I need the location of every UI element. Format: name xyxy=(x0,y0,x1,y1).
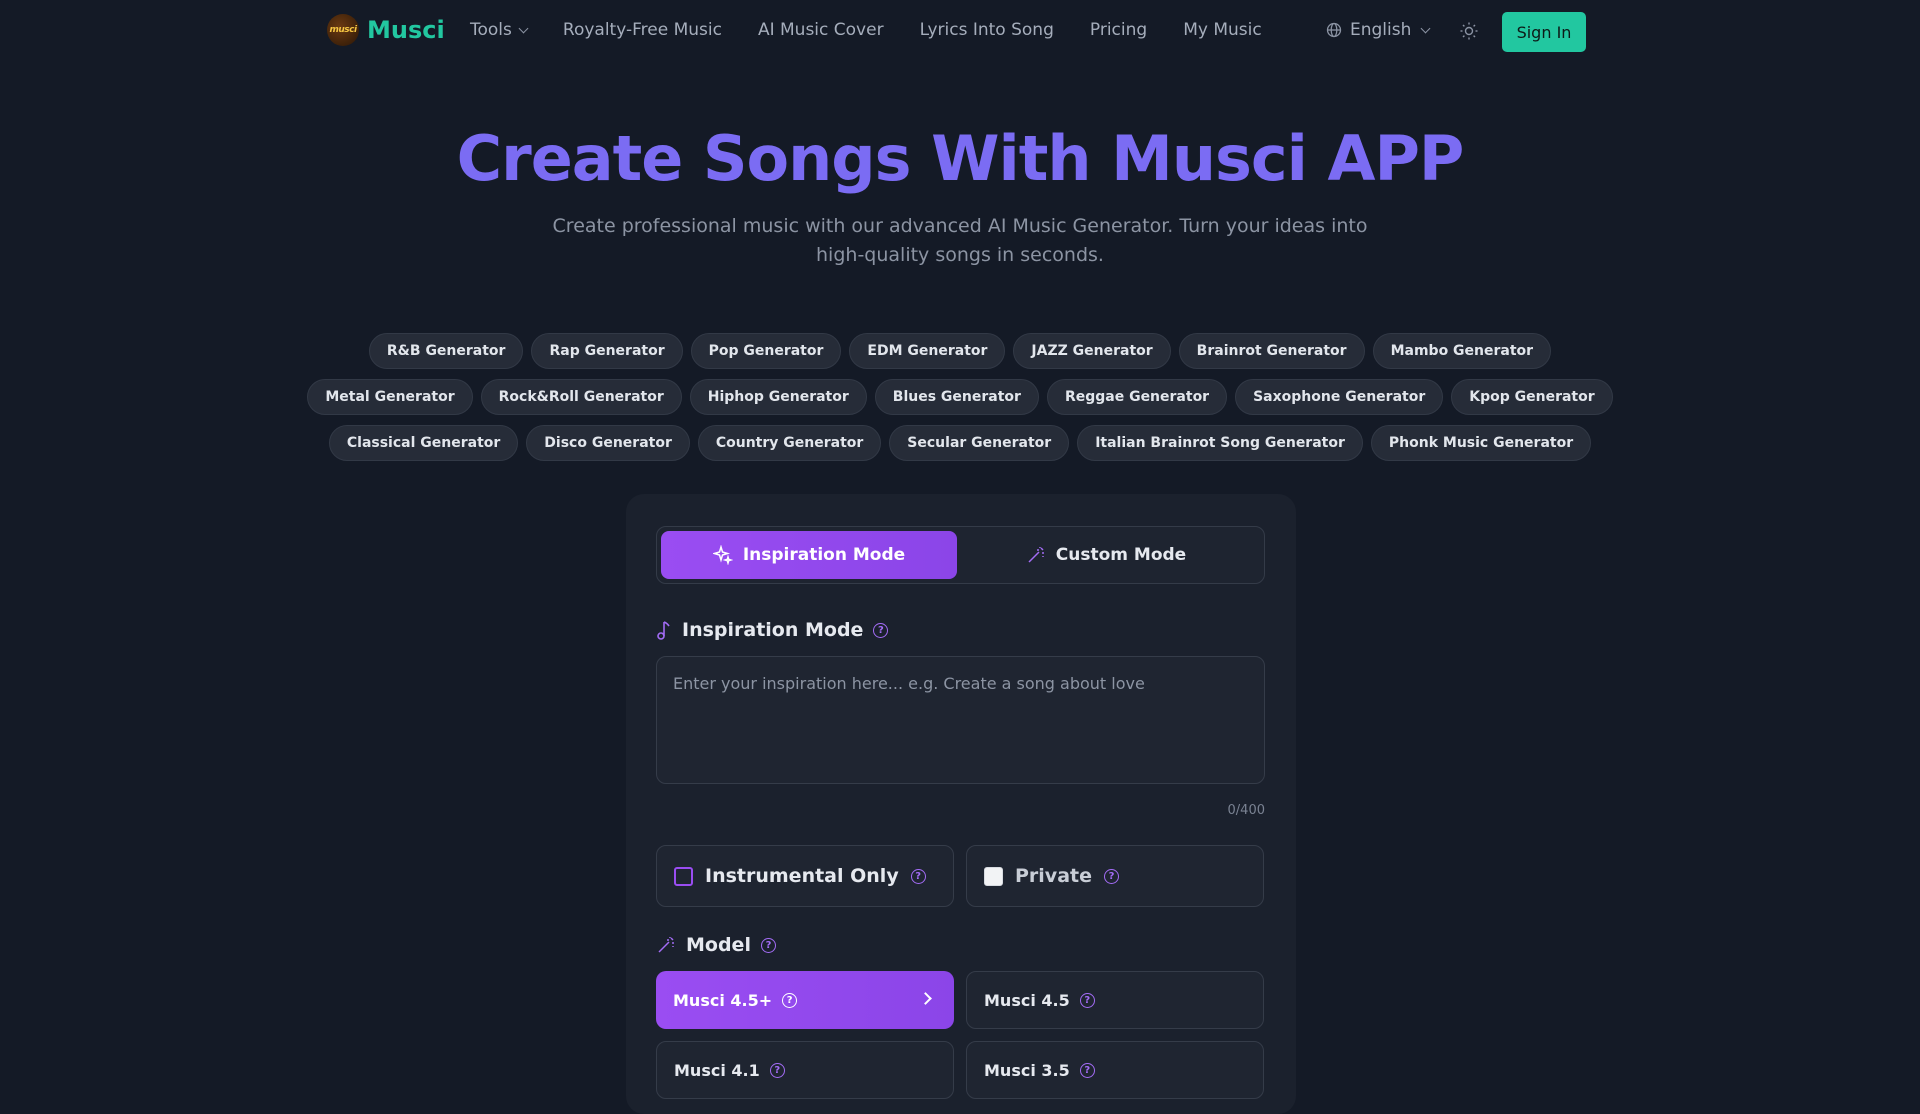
chip-edm-generator[interactable]: EDM Generator xyxy=(849,333,1006,369)
model-label-text: Model xyxy=(686,934,751,956)
generator-chips-row-2: Metal Generator Rock&Roll Generator Hiph… xyxy=(0,379,1920,415)
chip-kpop-generator[interactable]: Kpop Generator xyxy=(1451,379,1613,415)
logo[interactable]: musci Musci xyxy=(327,14,445,46)
nav-tools-dropdown[interactable]: Tools xyxy=(470,20,529,40)
instrumental-label: Instrumental Only xyxy=(705,865,899,887)
mode-toggle: Inspiration Mode Custom Mode xyxy=(656,526,1265,584)
brand-name: Musci xyxy=(367,16,445,44)
chip-blues-generator[interactable]: Blues Generator xyxy=(874,379,1039,415)
model-musci-4-5-plus[interactable]: Musci 4.5+ ? xyxy=(656,971,954,1029)
chip-saxophone-generator[interactable]: Saxophone Generator xyxy=(1235,379,1444,415)
globe-icon xyxy=(1326,22,1342,38)
music-note-icon xyxy=(657,621,670,640)
chip-rap-generator[interactable]: Rap Generator xyxy=(531,333,683,369)
chip-country-generator[interactable]: Country Generator xyxy=(697,425,882,461)
help-icon[interactable]: ? xyxy=(1079,992,1095,1008)
model-section-label: Model ? xyxy=(656,934,776,956)
nav-tools-label: Tools xyxy=(470,20,512,40)
instrumental-only-option[interactable]: Instrumental Only ? xyxy=(656,845,954,907)
private-option[interactable]: Private ? xyxy=(966,845,1264,907)
inspiration-section-label: Inspiration Mode ? xyxy=(656,619,889,641)
chip-rock-roll-generator[interactable]: Rock&Roll Generator xyxy=(480,379,682,415)
chip-rnb-generator[interactable]: R&B Generator xyxy=(368,333,524,369)
sun-icon[interactable] xyxy=(1459,21,1479,41)
sign-in-button[interactable]: Sign In xyxy=(1502,12,1586,52)
help-icon[interactable]: ? xyxy=(769,1062,785,1078)
model-musci-3-5[interactable]: Musci 3.5 ? xyxy=(966,1041,1264,1099)
hero-subtitle: Create professional music with our advan… xyxy=(552,215,1368,266)
chip-brainrot-generator[interactable]: Brainrot Generator xyxy=(1178,333,1365,369)
chip-disco-generator[interactable]: Disco Generator xyxy=(526,425,690,461)
instrumental-checkbox[interactable] xyxy=(674,866,693,886)
nav-lyrics-into-song[interactable]: Lyrics Into Song xyxy=(920,20,1054,40)
chevron-down-icon xyxy=(518,23,529,33)
inspiration-input[interactable] xyxy=(656,656,1265,784)
custom-mode-tab-label: Custom Mode xyxy=(1055,545,1187,565)
nav-links: Tools Royalty-Free Music AI Music Cover … xyxy=(470,20,1262,40)
logo-mark: musci xyxy=(327,14,359,46)
model-name: Musci 4.5 xyxy=(984,990,1070,1010)
model-name: Musci 3.5 xyxy=(984,1060,1070,1080)
chip-metal-generator[interactable]: Metal Generator xyxy=(307,379,473,415)
help-icon[interactable]: ? xyxy=(873,622,889,638)
nav-pricing[interactable]: Pricing xyxy=(1090,20,1147,40)
model-name: Musci 4.1 xyxy=(674,1060,760,1080)
magic-wand-icon xyxy=(1028,547,1044,563)
chevron-right-icon xyxy=(919,992,932,1005)
language-selector[interactable]: English xyxy=(1326,20,1431,40)
help-icon[interactable]: ? xyxy=(1103,868,1119,884)
chip-italian-brainrot-generator[interactable]: Italian Brainrot Song Generator xyxy=(1077,425,1363,461)
generator-chips-row-1: R&B Generator Rap Generator Pop Generato… xyxy=(0,333,1920,369)
chip-classical-generator[interactable]: Classical Generator xyxy=(328,425,519,461)
magic-wand-icon xyxy=(658,937,674,953)
hero-title: Create Songs With Musci APP xyxy=(456,122,1465,195)
chip-secular-generator[interactable]: Secular Generator xyxy=(889,425,1070,461)
character-counter: 0/400 xyxy=(1227,803,1265,818)
inspiration-label-text: Inspiration Mode xyxy=(682,619,864,641)
help-icon[interactable]: ? xyxy=(760,937,776,953)
chevron-down-icon xyxy=(1420,23,1431,33)
language-label: English xyxy=(1350,20,1412,40)
sparkles-icon xyxy=(712,545,733,565)
generator-chips-row-3: Classical Generator Disco Generator Coun… xyxy=(0,425,1920,461)
chip-pop-generator[interactable]: Pop Generator xyxy=(690,333,842,369)
chip-mambo-generator[interactable]: Mambo Generator xyxy=(1372,333,1552,369)
model-musci-4-1[interactable]: Musci 4.1 ? xyxy=(656,1041,954,1099)
help-icon[interactable]: ? xyxy=(910,868,926,884)
chip-hiphop-generator[interactable]: Hiphop Generator xyxy=(689,379,867,415)
private-label: Private xyxy=(1015,865,1092,887)
nav-royalty-free-music[interactable]: Royalty-Free Music xyxy=(563,20,722,40)
inspiration-mode-tab[interactable]: Inspiration Mode xyxy=(661,531,957,579)
nav-my-music[interactable]: My Music xyxy=(1183,20,1262,40)
chip-phonk-music-generator[interactable]: Phonk Music Generator xyxy=(1370,425,1592,461)
model-name: Musci 4.5+ xyxy=(673,990,773,1010)
chip-jazz-generator[interactable]: JAZZ Generator xyxy=(1013,333,1171,369)
custom-mode-tab[interactable]: Custom Mode xyxy=(958,531,1254,579)
inspiration-mode-tab-label: Inspiration Mode xyxy=(742,545,906,565)
top-nav: musci Musci Tools Royalty-Free Music AI … xyxy=(0,0,1920,64)
help-icon[interactable]: ? xyxy=(782,992,798,1008)
help-icon[interactable]: ? xyxy=(1079,1062,1095,1078)
nav-ai-music-cover[interactable]: AI Music Cover xyxy=(758,20,884,40)
private-checkbox[interactable] xyxy=(984,866,1003,886)
chip-reggae-generator[interactable]: Reggae Generator xyxy=(1046,379,1228,415)
model-musci-4-5[interactable]: Musci 4.5 ? xyxy=(966,971,1264,1029)
